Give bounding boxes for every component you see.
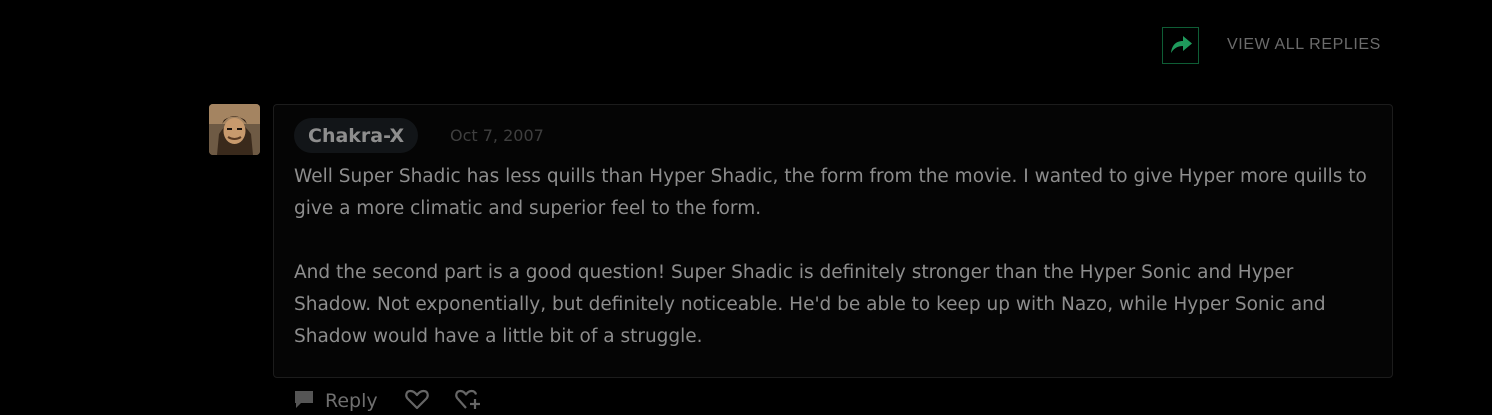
username[interactable]: Chakra-X <box>294 118 419 153</box>
comment-card: Chakra-X Oct 7, 2007 Well Super Shadic h… <box>273 104 1393 378</box>
view-all-replies-link[interactable]: VIEW ALL REPLIES <box>1227 36 1381 54</box>
comment-paragraph: And the second part is a good question! … <box>294 262 1326 347</box>
comment-paragraph: Well Super Shadic has less quills than H… <box>294 166 1367 219</box>
share-button[interactable] <box>1162 27 1199 64</box>
comment-date: Oct 7, 2007 <box>450 126 544 145</box>
comment-actions: Reply <box>292 388 482 414</box>
avatar[interactable] <box>209 104 260 155</box>
reply-label: Reply <box>325 390 378 412</box>
heart-icon <box>404 387 430 415</box>
like-button[interactable] <box>404 387 430 415</box>
heart-plus-icon <box>454 387 482 415</box>
comment-body: Well Super Shadic has less quills than H… <box>294 161 1376 353</box>
speech-bubble-icon <box>292 388 316 415</box>
favorite-button[interactable] <box>454 387 482 415</box>
share-forward-icon <box>1169 34 1193 58</box>
reply-button[interactable]: Reply <box>292 388 378 415</box>
